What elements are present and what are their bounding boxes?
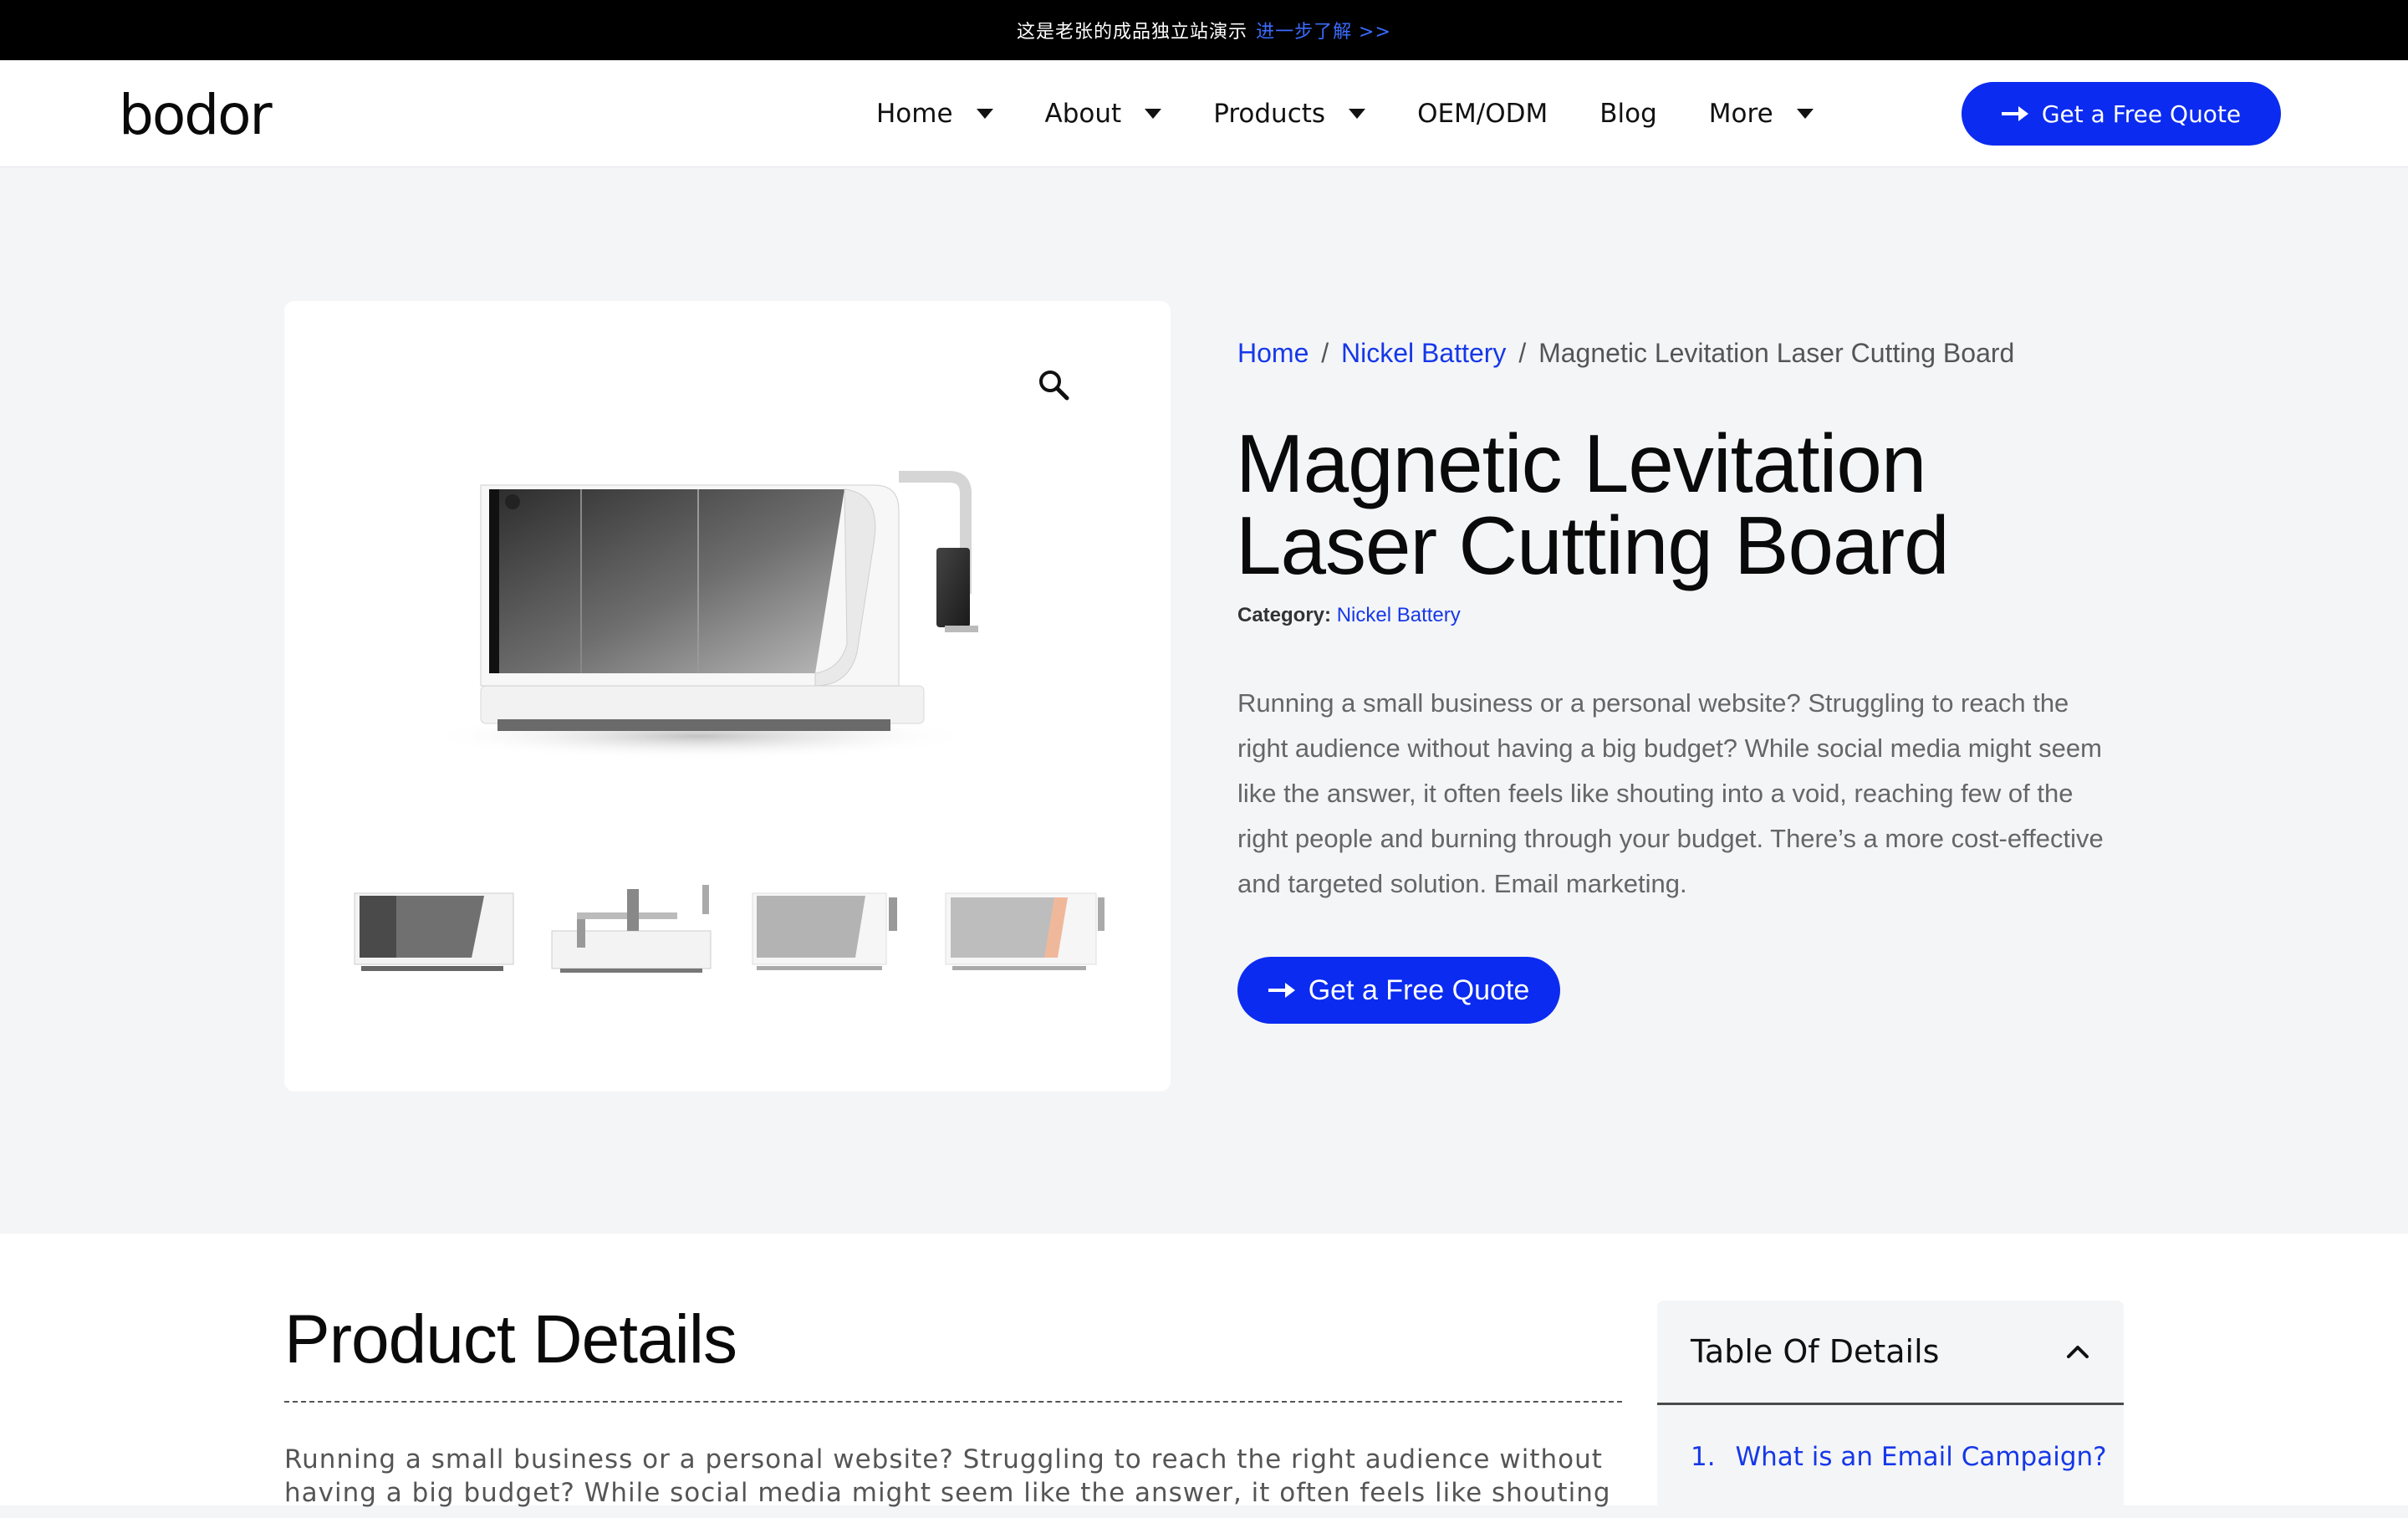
product-gallery — [284, 301, 1171, 1091]
dashed-divider — [284, 1401, 1622, 1403]
nav-item-more[interactable]: More — [1709, 99, 1814, 129]
thumbnail-strip — [346, 843, 1109, 1010]
nav-item-label: Blog — [1599, 98, 1657, 129]
nav-item-home[interactable]: Home — [876, 99, 993, 129]
table-of-details: Table Of Details 1. What is an Email Cam… — [1657, 1301, 2124, 1518]
toc-item-number: 1. — [1691, 1442, 1716, 1472]
brand-logo[interactable]: bodor — [119, 85, 273, 146]
caret-down-icon — [1349, 108, 1366, 119]
product-description: Running a small business or a personal w… — [1237, 688, 2104, 898]
toc-title: Table Of Details — [1691, 1333, 1940, 1370]
nav-item-label: Home — [876, 98, 953, 129]
thumbnail-4[interactable] — [937, 864, 1109, 989]
breadcrumb-category-link[interactable]: Nickel Battery — [1341, 338, 1506, 368]
category-label: Category: — [1237, 604, 1332, 626]
arrow-right-icon — [1268, 983, 1295, 998]
product-quote-label: Get a Free Quote — [1308, 974, 1530, 1006]
thumbnail-1[interactable] — [346, 864, 518, 989]
nav-item-blog[interactable]: Blog — [1599, 99, 1657, 129]
category-link[interactable]: Nickel Battery — [1337, 604, 1461, 626]
site-header: bodor Home About Products OEM/ODM Blog M… — [0, 60, 2408, 166]
toc-item-label: What is an Email Campaign? — [1735, 1442, 2107, 1472]
caret-down-icon — [1145, 108, 1162, 119]
caret-down-icon — [1796, 108, 1814, 119]
product-quote-button[interactable]: Get a Free Quote — [1237, 957, 1560, 1024]
product-category: Category: Nickel Battery — [1237, 604, 1461, 627]
arrow-right-icon — [2001, 106, 2028, 121]
chevron-up-icon — [2067, 1346, 2089, 1358]
toc-header[interactable]: Table Of Details — [1657, 1301, 2124, 1405]
breadcrumb-separator: / — [1518, 338, 1527, 368]
nav-item-oem-odm[interactable]: OEM/ODM — [1417, 99, 1548, 129]
product-main-image[interactable] — [447, 435, 1033, 769]
product-title-line-2: Laser Cutting Board — [1236, 499, 1950, 591]
magnifier-icon[interactable] — [1028, 360, 1079, 410]
nav-item-about[interactable]: About — [1045, 99, 1162, 129]
thumbnail-3[interactable] — [740, 864, 911, 989]
main-nav: Home About Products OEM/ODM Blog More — [876, 60, 1865, 166]
breadcrumb-home-link[interactable]: Home — [1237, 338, 1309, 368]
nav-item-label: More — [1708, 98, 1773, 129]
header-quote-label: Get a Free Quote — [2041, 100, 2242, 128]
announcement-text: 这是老张的成品独立站演示 — [1017, 22, 1248, 43]
product-details-heading: Product Details — [284, 1301, 737, 1377]
product-title: Magnetic Levitation Laser Cutting Board — [1236, 422, 2155, 586]
announcement-bar: 这是老张的成品独立站演示 进一步了解 >> — [0, 0, 2408, 60]
product-title-line-1: Magnetic Levitation — [1236, 417, 1926, 509]
breadcrumb-current: Magnetic Levitation Laser Cutting Board — [1538, 338, 2015, 368]
thumbnail-2[interactable] — [543, 864, 715, 989]
caret-down-icon — [976, 108, 993, 119]
announcement-link[interactable]: 进一步了解 >> — [1256, 17, 1391, 43]
toc-item[interactable]: 1. What is an Email Campaign? — [1657, 1405, 2124, 1472]
nav-item-products[interactable]: Products — [1213, 98, 1366, 129]
product-details-text: Running a small business or a personal w… — [284, 1444, 1611, 1508]
product-details-section: Product Details Running a small business… — [0, 1234, 2408, 1518]
nav-item-label: OEM/ODM — [1417, 98, 1548, 129]
header-quote-button[interactable]: Get a Free Quote — [1962, 82, 2281, 146]
breadcrumb-separator: / — [1321, 338, 1329, 368]
nav-item-label: About — [1044, 98, 1122, 129]
nav-item-label: Products — [1213, 98, 1326, 129]
breadcrumb: Home / Nickel Battery / Magnetic Levitat… — [1237, 338, 2014, 369]
